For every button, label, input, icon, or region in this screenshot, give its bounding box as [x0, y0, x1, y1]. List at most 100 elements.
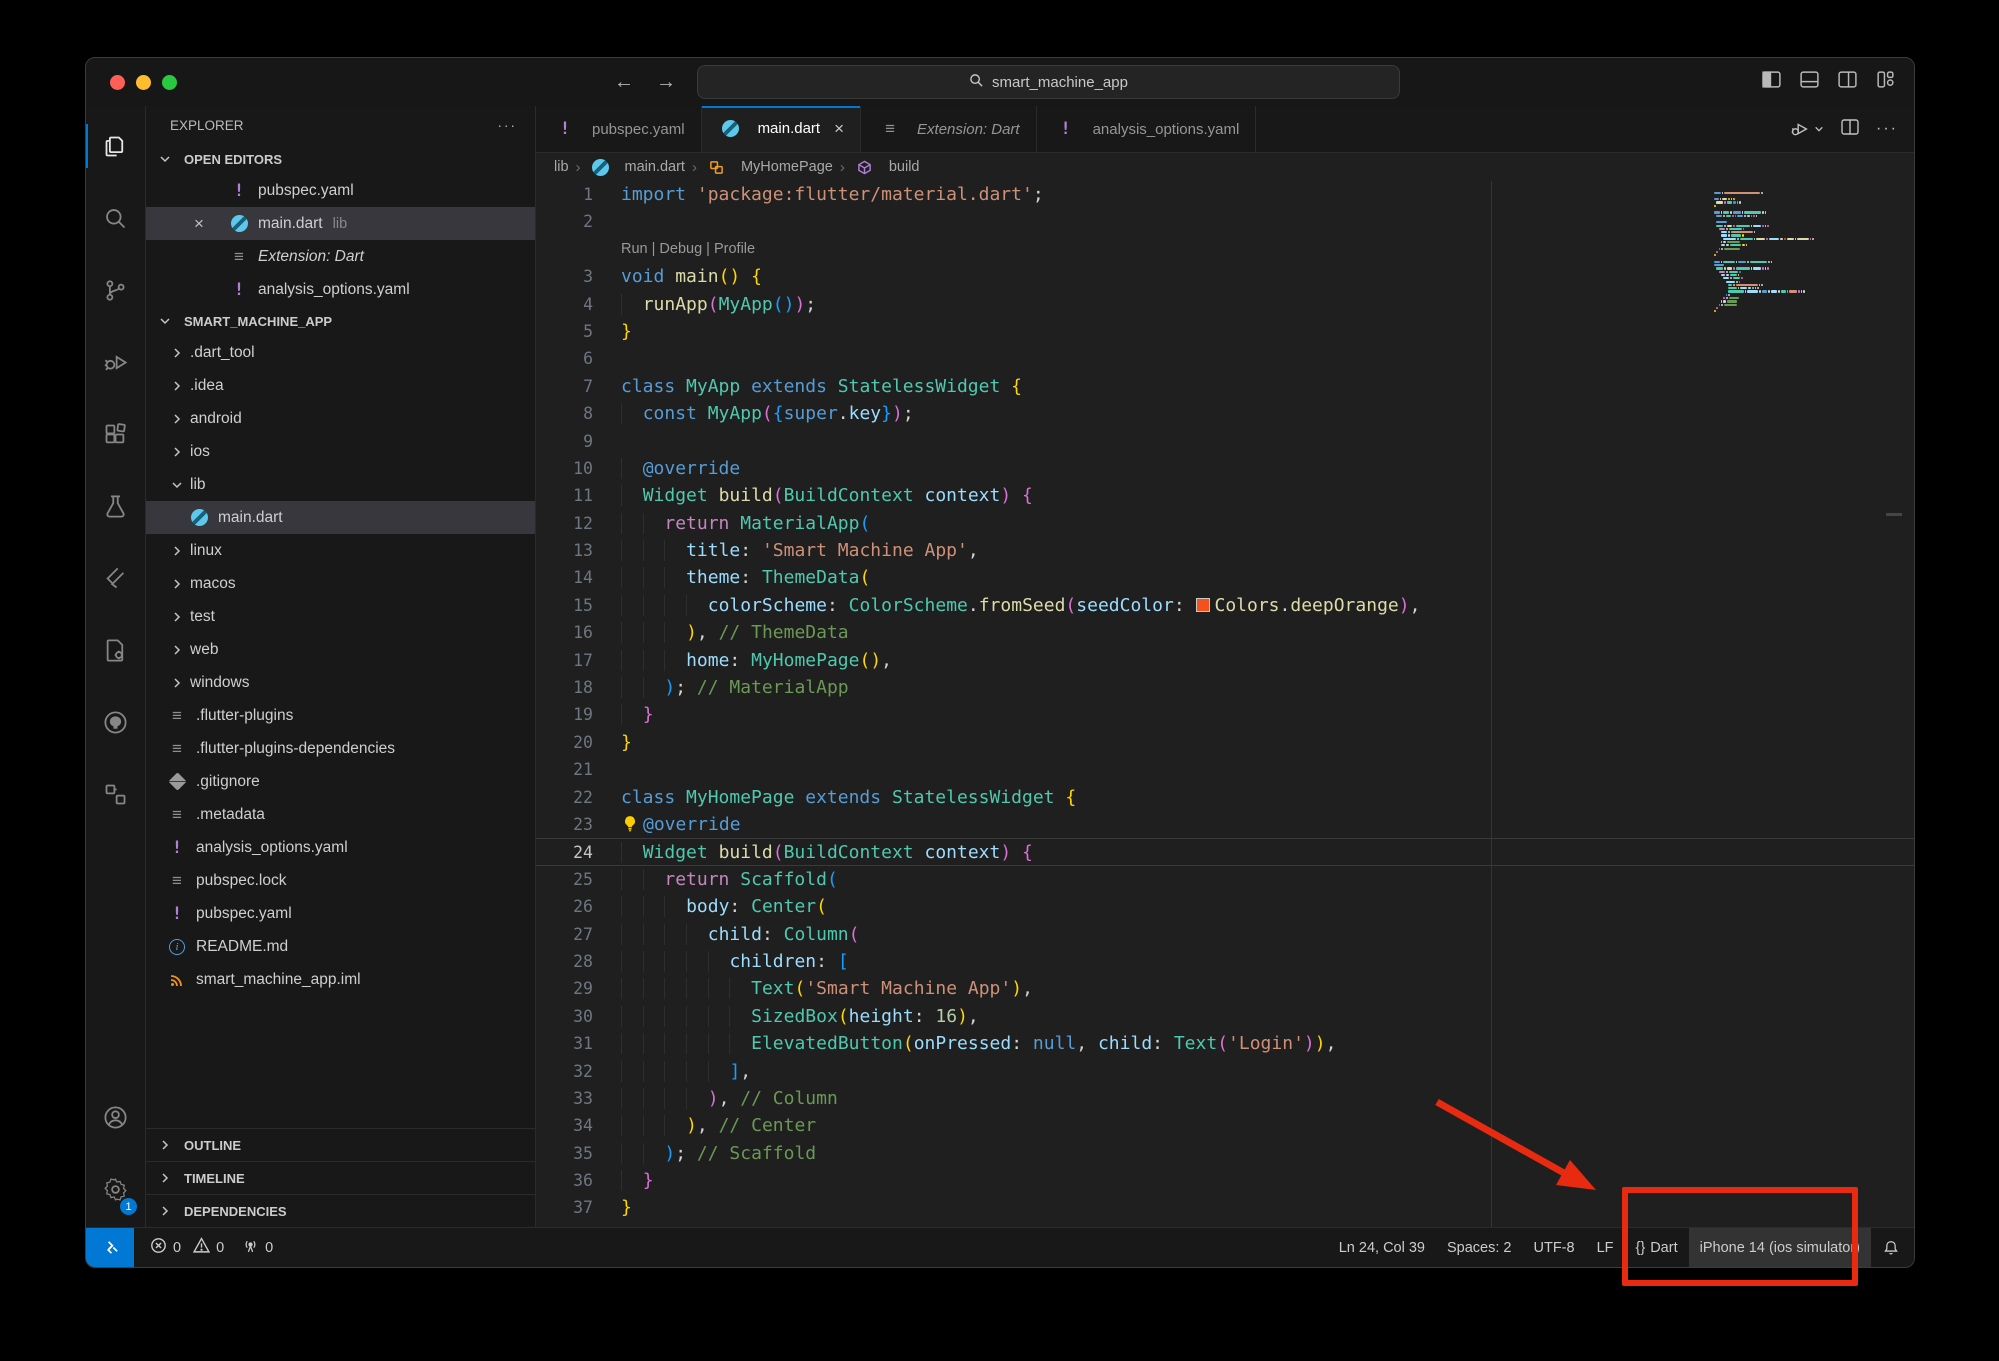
- problems-indicator[interactable]: 0 0: [150, 1237, 224, 1258]
- tree-item[interactable]: ≡pubspec.lock: [146, 864, 535, 897]
- activity-flutter-icon[interactable]: [86, 542, 145, 614]
- code-editor[interactable]: 1import 'package:flutter/material.dart';…: [536, 181, 1914, 1227]
- activity-settings-icon[interactable]: 1: [86, 1153, 145, 1225]
- minimap[interactable]: [1714, 191, 1859, 316]
- tree-item[interactable]: lib: [146, 468, 535, 501]
- status-indent[interactable]: Spaces: 2: [1436, 1228, 1523, 1267]
- activity-github-icon[interactable]: [86, 686, 145, 758]
- tree-item[interactable]: iREADME.md: [146, 930, 535, 963]
- activity-run-debug-icon[interactable]: [86, 326, 145, 398]
- minimize-window-button[interactable]: [136, 75, 151, 90]
- tree-item[interactable]: ≡.metadata: [146, 798, 535, 831]
- token: [1000, 376, 1011, 397]
- back-button[interactable]: ←: [614, 71, 634, 94]
- token: (: [903, 1033, 914, 1054]
- remote-indicator[interactable]: [86, 1228, 134, 1267]
- code-text: ); // MaterialApp: [621, 674, 849, 701]
- close-icon[interactable]: ×: [194, 214, 204, 234]
- tree-item[interactable]: windows: [146, 666, 535, 699]
- tree-item[interactable]: smart_machine_app.iml: [146, 963, 535, 996]
- toggle-sidebar-icon[interactable]: [1761, 69, 1782, 95]
- toggle-panel-icon[interactable]: [1799, 69, 1820, 95]
- search-icon: [969, 73, 984, 92]
- run-debug-button[interactable]: [1789, 118, 1824, 140]
- forward-button[interactable]: →: [656, 71, 676, 94]
- code-line: 21: [536, 756, 1914, 783]
- status-cursor[interactable]: Ln 24, Col 39: [1328, 1228, 1436, 1267]
- indent-guide: [643, 1006, 665, 1027]
- tree-item[interactable]: .idea: [146, 369, 535, 402]
- indent-guide: [664, 540, 686, 561]
- scrollbar-handle[interactable]: [1886, 513, 1902, 516]
- tree-item[interactable]: macos: [146, 567, 535, 600]
- tree-item[interactable]: .gitignore: [146, 765, 535, 798]
- open-editor-item[interactable]: ×main.dartlib: [146, 207, 535, 240]
- open-editors-header[interactable]: OPEN EDITORS: [146, 144, 535, 174]
- editor-more-actions-icon[interactable]: ···: [1876, 120, 1898, 138]
- codelens-links[interactable]: Run | Debug | Profile: [621, 236, 755, 263]
- lightbulb-icon[interactable]: [621, 815, 643, 833]
- split-editor-icon[interactable]: [1840, 117, 1860, 142]
- indent-guide: [708, 1061, 730, 1082]
- tree-item[interactable]: ios: [146, 435, 535, 468]
- tab-main-dart[interactable]: main.dart×: [702, 106, 861, 152]
- tree-item[interactable]: android: [146, 402, 535, 435]
- activity-file-gear-icon[interactable]: [86, 614, 145, 686]
- activity-source-control-icon[interactable]: [86, 254, 145, 326]
- activity-project-icon[interactable]: [86, 758, 145, 830]
- tree-item[interactable]: .dart_tool: [146, 336, 535, 369]
- zoom-window-button[interactable]: [162, 75, 177, 90]
- tab-pubspec-yaml[interactable]: !pubspec.yaml: [536, 106, 702, 152]
- activity-testing-icon[interactable]: [86, 470, 145, 542]
- breadcrumb-item[interactable]: build: [852, 159, 920, 175]
- tab-extension-dart[interactable]: ≡Extension: Dart: [861, 106, 1037, 152]
- activity-search-icon[interactable]: [86, 182, 145, 254]
- tree-item[interactable]: main.dart: [146, 501, 535, 534]
- tree-item-label: web: [190, 641, 218, 659]
- activity-account-icon[interactable]: [86, 1081, 145, 1153]
- tab-analysis-options-yaml[interactable]: !analysis_options.yaml: [1037, 106, 1257, 152]
- close-icon[interactable]: ×: [834, 119, 844, 139]
- breadcrumb-item[interactable]: MyHomePage: [704, 159, 833, 175]
- token: build: [719, 842, 773, 863]
- indent-guide: [643, 513, 665, 534]
- close-window-button[interactable]: [110, 75, 125, 90]
- token: {: [1022, 842, 1033, 863]
- section-timeline[interactable]: TIMELINE: [146, 1161, 535, 1194]
- breadcrumb-item[interactable]: lib: [554, 159, 569, 175]
- activity-extensions-icon[interactable]: [86, 398, 145, 470]
- section-dependencies[interactable]: DEPENDENCIES: [146, 1194, 535, 1227]
- tree-item[interactable]: web: [146, 633, 535, 666]
- code-line: 13 title: 'Smart Machine App',: [536, 537, 1914, 564]
- open-editor-item[interactable]: !pubspec.yaml: [146, 174, 535, 207]
- line-number: 17: [536, 647, 621, 674]
- open-editor-item[interactable]: !analysis_options.yaml: [146, 273, 535, 306]
- activity-explorer-icon[interactable]: [86, 110, 145, 182]
- section-outline[interactable]: OUTLINE: [146, 1128, 535, 1161]
- tree-item[interactable]: !analysis_options.yaml: [146, 831, 535, 864]
- open-editor-item[interactable]: ≡Extension: Dart: [146, 240, 535, 273]
- status-language[interactable]: {}Dart: [1625, 1228, 1689, 1267]
- tree-item[interactable]: !pubspec.yaml: [146, 897, 535, 930]
- dart-file-icon: [718, 120, 744, 137]
- status-eol[interactable]: LF: [1586, 1228, 1625, 1267]
- customize-layout-icon[interactable]: [1875, 69, 1896, 95]
- tree-item[interactable]: ≡.flutter-plugins: [146, 699, 535, 732]
- status-device[interactable]: iPhone 14 (ios simulator): [1689, 1228, 1871, 1267]
- breadcrumb-item[interactable]: main.dart: [588, 159, 685, 176]
- tree-item[interactable]: ≡.flutter-plugins-dependencies: [146, 732, 535, 765]
- tree-item[interactable]: linux: [146, 534, 535, 567]
- project-root-header[interactable]: SMART_MACHINE_APP: [146, 306, 535, 336]
- line-number: 8: [536, 400, 621, 427]
- toggle-secondary-sidebar-icon[interactable]: [1837, 69, 1858, 95]
- status-encoding[interactable]: UTF-8: [1523, 1228, 1586, 1267]
- token: :: [740, 567, 762, 588]
- notifications-bell[interactable]: [1871, 1228, 1914, 1267]
- code-text: theme: ThemeData(: [621, 564, 870, 591]
- line-number: 9: [536, 428, 621, 455]
- token: [794, 787, 805, 808]
- ports-indicator[interactable]: 0: [242, 1237, 273, 1258]
- tree-item[interactable]: test: [146, 600, 535, 633]
- command-center-search[interactable]: smart_machine_app: [697, 65, 1400, 99]
- sidebar-more-actions-icon[interactable]: ···: [498, 118, 518, 133]
